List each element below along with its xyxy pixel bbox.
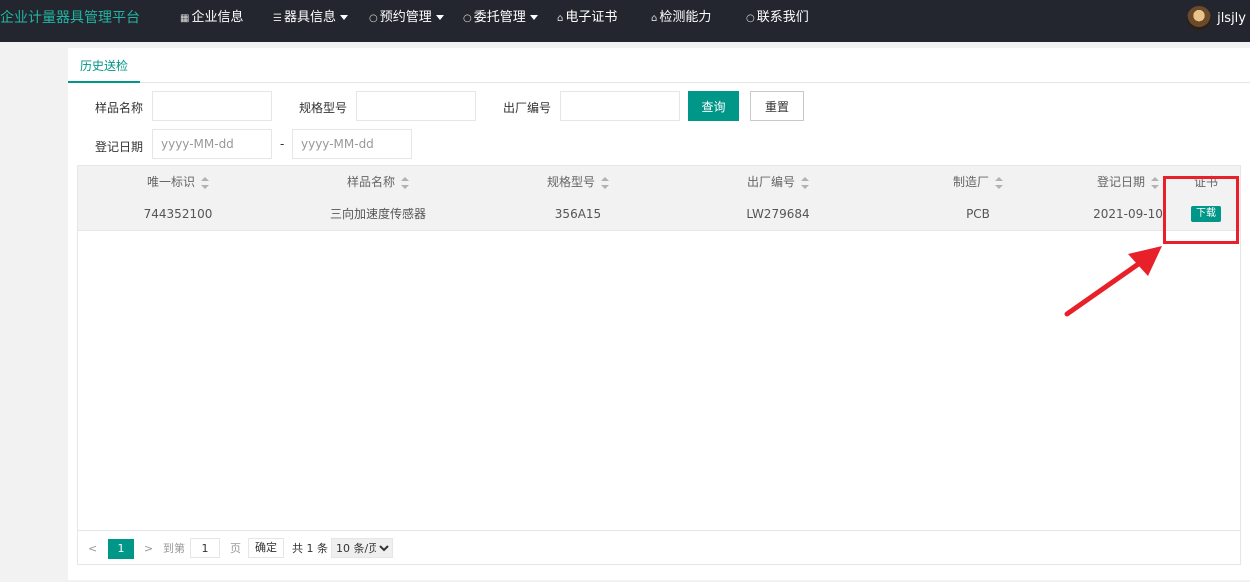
- nav-item-commission[interactable]: ○ 委托管理: [463, 0, 538, 36]
- nav-label: 器具信息: [283, 10, 336, 25]
- building-icon: ▦: [180, 13, 190, 24]
- column-header-id[interactable]: 唯一标识: [118, 166, 238, 198]
- cell-maker: PCB: [966, 207, 990, 221]
- total-count: 共 1 条: [292, 542, 328, 555]
- reset-button[interactable]: 重置: [750, 91, 804, 121]
- nav-label: 预约管理: [379, 10, 432, 25]
- column-header-serial[interactable]: 出厂编号: [708, 166, 848, 198]
- sort-icon[interactable]: [401, 176, 409, 189]
- serial-input[interactable]: [560, 91, 680, 121]
- home-icon: ⌂: [557, 13, 564, 24]
- nav-label: 检测能力: [659, 10, 712, 25]
- date-start-input[interactable]: [152, 129, 272, 159]
- sort-icon[interactable]: [601, 176, 609, 189]
- chevron-down-icon: [339, 15, 348, 20]
- column-header-label: 出厂编号: [746, 175, 795, 189]
- nav-label: 联系我们: [756, 10, 809, 25]
- top-nav-bar: 企业计量器具管理平台 ▦ 企业信息 ☰ 器具信息 ○ 预约管理 ○ 委托管理 ⌂ 电子证书…: [0, 0, 1250, 42]
- data-table: 唯一标识 样品名称 规格型号 出厂编号 制造厂 登记日期 证书 74435210…: [77, 165, 1241, 565]
- nav-label: 电子证书: [565, 10, 618, 25]
- tab-history-submission[interactable]: 历史送检: [68, 48, 141, 83]
- goto-confirm-button[interactable]: 确定: [248, 538, 284, 558]
- clock-icon: ○: [463, 13, 472, 24]
- user-name: jlsjly: [1217, 10, 1246, 26]
- pagination: < 1 > 到第 页 确定 共 1 条 10 条/页: [78, 530, 1240, 565]
- sort-icon[interactable]: [201, 176, 209, 189]
- goto-label: 到第: [163, 542, 185, 555]
- user-menu[interactable]: jlsjly: [1187, 6, 1246, 30]
- query-button[interactable]: 查询: [688, 91, 739, 121]
- sort-icon[interactable]: [995, 176, 1003, 189]
- goto-page-input[interactable]: [190, 538, 220, 558]
- date-separator: -: [280, 137, 285, 151]
- layers-icon: ☰: [273, 13, 282, 24]
- column-header-label: 规格型号: [546, 175, 595, 189]
- nav-item-contact-us[interactable]: ○ 联系我们: [746, 0, 809, 36]
- model-label: 规格型号: [299, 101, 348, 115]
- next-page-icon[interactable]: >: [144, 539, 153, 559]
- nav-item-instrument-info[interactable]: ☰ 器具信息: [273, 0, 348, 36]
- column-header-label: 唯一标识: [146, 175, 195, 189]
- sample-name-input[interactable]: [152, 91, 272, 121]
- column-header-model[interactable]: 规格型号: [508, 166, 648, 198]
- circle-icon: ○: [746, 13, 755, 24]
- avatar: [1187, 6, 1212, 30]
- prev-page-icon[interactable]: <: [88, 539, 97, 559]
- chevron-down-icon: [435, 15, 444, 20]
- cell-serial: LW279684: [746, 207, 810, 221]
- page-size-select[interactable]: 10 条/页: [331, 538, 393, 558]
- sample-name-label: 样品名称: [95, 101, 144, 115]
- sort-icon[interactable]: [1151, 176, 1159, 189]
- table-header: 唯一标识 样品名称 规格型号 出厂编号 制造厂 登记日期 证书: [78, 166, 1240, 199]
- chevron-down-icon: [529, 15, 538, 20]
- table-row[interactable]: 744352100 三向加速度传感器 356A15 LW279684 PCB 2…: [78, 198, 1240, 231]
- cell-id: 744352100: [143, 207, 213, 221]
- nav-item-e-certificate[interactable]: ⌂ 电子证书: [557, 0, 617, 36]
- nav-label: 委托管理: [473, 10, 526, 25]
- page-1-button[interactable]: 1: [108, 539, 134, 559]
- column-header-maker[interactable]: 制造厂: [918, 166, 1038, 198]
- sort-icon[interactable]: [801, 176, 809, 189]
- cell-sample-name: 三向加速度传感器: [329, 207, 426, 221]
- tab-bar: 历史送检: [68, 48, 1250, 83]
- nav-label: 企业信息: [191, 10, 244, 25]
- serial-label: 出厂编号: [503, 101, 552, 115]
- app-brand-title[interactable]: 企业计量器具管理平台: [0, 0, 140, 42]
- column-header-label: 登记日期: [1096, 175, 1145, 189]
- page-unit-label: 页: [230, 542, 241, 555]
- column-header-label: 样品名称: [346, 175, 395, 189]
- annotation-highlight-box: [1163, 176, 1239, 244]
- date-end-input[interactable]: [292, 129, 412, 159]
- cell-model: 356A15: [554, 207, 602, 221]
- date-label: 登记日期: [95, 140, 144, 154]
- home-icon: ⌂: [651, 13, 658, 24]
- clock-icon: ○: [369, 13, 378, 24]
- column-header-label: 制造厂: [952, 175, 989, 189]
- main-panel: 历史送检 样品名称 规格型号 出厂编号 查询 重置 登记日期 - 唯一标识 样品…: [68, 48, 1250, 580]
- nav-item-appointment[interactable]: ○ 预约管理: [369, 0, 444, 36]
- nav-item-test-capability[interactable]: ⌂ 检测能力: [651, 0, 711, 36]
- column-header-sample-name[interactable]: 样品名称: [298, 166, 458, 198]
- nav-item-company-info[interactable]: ▦ 企业信息: [180, 0, 243, 36]
- model-input[interactable]: [356, 91, 476, 121]
